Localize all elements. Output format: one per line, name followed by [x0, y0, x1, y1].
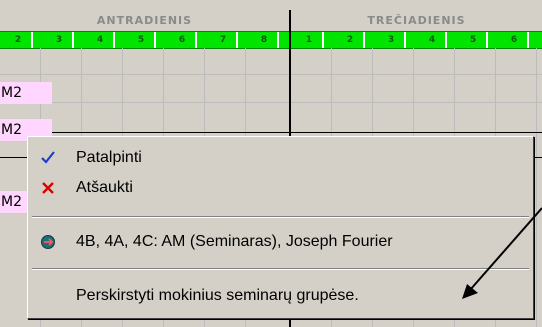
period-cell[interactable]: 8: [251, 32, 279, 48]
cross-icon: [38, 178, 58, 198]
menu-item-label: Atšaukti: [76, 179, 133, 196]
grid-line: [0, 74, 542, 75]
menu-item-label: Patalpinti: [76, 149, 142, 166]
period-cell[interactable]: 7: [210, 32, 238, 48]
menu-item-label: Perskirstyti mokinius seminarų grupėse.: [76, 287, 359, 304]
day-header-tuesday: ANTRADIENIS: [0, 10, 289, 30]
checkmark-icon: [38, 148, 58, 168]
menu-item-redistribute[interactable]: Perskirstyti mokinius seminarų grupėse.: [28, 282, 533, 310]
period-cell[interactable]: 4: [87, 32, 115, 48]
period-cell[interactable]: 5: [128, 32, 156, 48]
grid-line: [536, 48, 537, 327]
day-row-separator: [0, 132, 542, 133]
menu-item-place[interactable]: Patalpinti: [28, 144, 533, 172]
period-cell[interactable]: 1: [296, 32, 324, 48]
period-cell[interactable]: 5: [460, 32, 488, 48]
context-menu: Patalpinti Atšaukti 4B, 4A, 4C: AM (Semi…: [27, 136, 534, 319]
menu-item-cancel[interactable]: Atšaukti: [28, 174, 533, 202]
lesson-bullet-icon: [38, 232, 58, 252]
period-cell[interactable]: 2: [5, 32, 33, 48]
period-cell[interactable]: 6: [169, 32, 197, 48]
grid-line: [0, 102, 542, 103]
menu-separator: [32, 268, 529, 270]
period-cell[interactable]: 3: [46, 32, 74, 48]
menu-item-lesson-info[interactable]: 4B, 4A, 4C: AM (Seminaras), Joseph Fouri…: [28, 228, 533, 256]
period-cell[interactable]: 6: [501, 32, 529, 48]
day-header-wednesday: TREČIADIENIS: [291, 10, 542, 30]
menu-item-label: 4B, 4A, 4C: AM (Seminaras), Joseph Fouri…: [76, 233, 393, 250]
menu-separator: [32, 216, 529, 218]
period-cell[interactable]: 2: [337, 32, 365, 48]
lesson-cell[interactable]: M2: [0, 191, 30, 213]
period-header-row: 2 3 4 5 6 7 8 1 2 3 4 5 6: [0, 31, 542, 49]
period-cell[interactable]: 3: [378, 32, 406, 48]
lesson-cell[interactable]: M2: [0, 82, 52, 104]
period-cell[interactable]: 4: [419, 32, 447, 48]
